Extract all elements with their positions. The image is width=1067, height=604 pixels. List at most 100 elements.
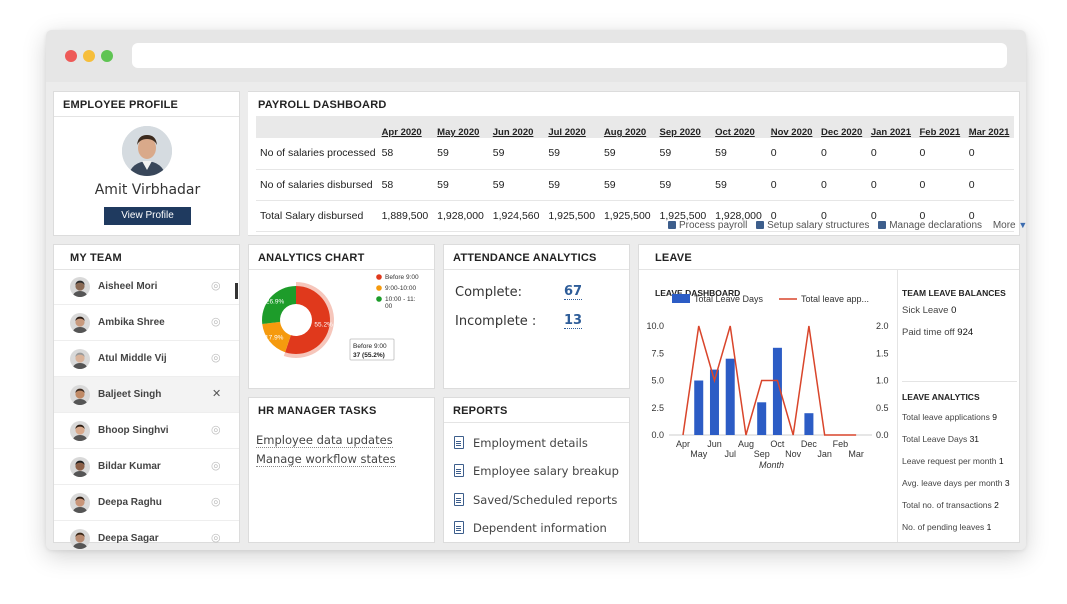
payroll-header-row: Apr 2020 May 2020 Jun 2020 Jul 2020 Aug 2020… xyxy=(256,116,1014,138)
legend-marker xyxy=(376,285,382,291)
team-member-row[interactable]: Deepa Raghu ◎ xyxy=(54,485,239,521)
payroll-month-header[interactable]: Nov 2020 xyxy=(766,116,818,138)
scrollbar-thumb[interactable] xyxy=(235,283,238,299)
x-tick-label: Oct xyxy=(770,439,785,449)
leave-analytics-title: LEAVE ANALYTICS xyxy=(902,392,980,402)
report-employment-details[interactable]: Employment details xyxy=(454,436,588,450)
team-member-name: Ambika Shree xyxy=(98,317,165,328)
team-member-row[interactable]: Atul Middle Vij ◎ xyxy=(54,341,239,377)
report-label: Employment details xyxy=(473,436,588,450)
payroll-month-header[interactable]: Feb 2021 xyxy=(915,116,965,138)
payroll-month-header[interactable]: Jan 2021 xyxy=(866,116,916,138)
series-line[interactable] xyxy=(682,325,857,436)
manage-declarations-label: Manage declarations xyxy=(889,220,983,231)
close-window-icon[interactable] xyxy=(65,50,77,62)
bar[interactable] xyxy=(725,358,735,435)
manage-declarations-link[interactable]: Manage declarations xyxy=(878,220,982,231)
calendar-icon xyxy=(878,221,887,229)
payroll-row-label: No of salaries disbursed xyxy=(256,169,378,201)
avatar xyxy=(70,529,90,549)
eye-icon[interactable]: ◎ xyxy=(211,495,221,508)
analytics-label: Leave request per month xyxy=(902,456,997,466)
calendar-icon xyxy=(668,221,676,229)
avatar xyxy=(70,493,90,513)
legend-label: 00 xyxy=(385,303,393,310)
report-saved-scheduled[interactable]: Saved/Scheduled reports xyxy=(454,493,617,507)
payroll-month-header[interactable]: Jul 2020 xyxy=(544,116,600,138)
manage-workflow-states-link[interactable]: Manage workflow states xyxy=(256,452,396,467)
report-employee-salary-breakup[interactable]: Employee salary breakup xyxy=(454,464,619,478)
team-member-row[interactable]: Bhoop Singhvi ◎ xyxy=(54,413,239,449)
legend-label: 9:00-10:00 xyxy=(385,285,416,292)
eye-icon[interactable]: ◎ xyxy=(211,351,221,364)
eye-icon[interactable]: ◎ xyxy=(211,279,221,292)
payroll-cell: 59 xyxy=(433,138,489,170)
team-member-row[interactable]: Bildar Kumar ◎ xyxy=(54,449,239,485)
payroll-month-header[interactable]: Mar 2021 xyxy=(964,116,1014,138)
payroll-month-label: Nov 2020 xyxy=(770,127,813,138)
payroll-cell: 58 xyxy=(377,138,434,170)
hr-manager-tasks-panel: HR MANAGER TASKS Employee data updates M… xyxy=(248,397,435,543)
bar[interactable] xyxy=(757,402,767,435)
payroll-cell: 0 xyxy=(915,169,965,201)
browser-titlebar xyxy=(46,30,1026,82)
team-member-row[interactable]: Deepa Sagar ◎ xyxy=(54,521,239,550)
x-tick-label: Nov xyxy=(785,449,802,459)
panel-title: HR MANAGER TASKS xyxy=(258,405,377,417)
payroll-cell: 59 xyxy=(711,169,767,201)
payroll-cell: 59 xyxy=(488,169,545,201)
team-member-row[interactable]: Baljeet Singh ✕ xyxy=(54,377,239,413)
y-tick-label: 0.0 xyxy=(651,430,664,440)
attendance-analytics-panel: ATTENDANCE ANALYTICS Complete: 67 Incomp… xyxy=(443,244,630,389)
y2-tick-label: 0.5 xyxy=(876,403,889,413)
leave-analytics-item: No. of pending leaves 1 xyxy=(902,522,991,532)
payroll-month-header[interactable]: Sep 2020 xyxy=(655,116,712,138)
bar[interactable] xyxy=(804,413,814,435)
x-tick-label: Apr xyxy=(676,439,690,449)
complete-count-link[interactable]: 67 xyxy=(564,285,583,300)
eye-icon[interactable]: ◎ xyxy=(211,423,221,436)
avatar xyxy=(70,457,90,477)
report-dependent-information[interactable]: Dependent information xyxy=(454,521,607,535)
payroll-month-header[interactable]: May 2020 xyxy=(433,116,489,138)
employee-data-updates-link[interactable]: Employee data updates xyxy=(256,433,393,448)
reports-panel: REPORTS Employment details Employee sala… xyxy=(443,397,630,543)
avatar xyxy=(70,313,90,333)
payroll-cell: 59 xyxy=(599,169,656,201)
payroll-cell: 59 xyxy=(544,169,600,201)
payroll-month-header[interactable]: Oct 2020 xyxy=(711,116,767,138)
eye-icon[interactable]: ◎ xyxy=(211,315,221,328)
eye-icon[interactable]: ◎ xyxy=(211,459,221,472)
bar[interactable] xyxy=(694,380,704,436)
analytics-label: Avg. leave days per month xyxy=(902,478,1003,488)
payroll-month-header[interactable]: Dec 2020 xyxy=(817,116,867,138)
maximize-window-icon[interactable] xyxy=(101,50,113,62)
incomplete-count-link[interactable]: 13 xyxy=(564,314,583,329)
balance-value: 0 xyxy=(951,305,957,316)
view-profile-button[interactable]: View Profile xyxy=(104,207,191,225)
payroll-month-header[interactable]: Aug 2020 xyxy=(599,116,656,138)
y-tick-label: 7.5 xyxy=(651,348,664,358)
team-member-name: Deepa Sagar xyxy=(98,533,159,544)
team-member-name: Baljeet Singh xyxy=(98,389,162,400)
process-payroll-link[interactable]: Process payroll xyxy=(668,220,747,231)
incomplete-label: Incomplete : xyxy=(455,314,537,329)
payroll-actions: Process payroll Setup salary structures … xyxy=(668,220,1026,231)
payroll-row-label: No of salaries processed xyxy=(256,138,378,170)
payroll-cell: 1,924,560 xyxy=(488,200,545,232)
team-member-row[interactable]: Aisheel Mori ◎ xyxy=(54,269,239,305)
close-icon[interactable]: ✕ xyxy=(212,387,221,400)
eye-icon[interactable]: ◎ xyxy=(211,531,221,544)
payroll-month-header[interactable]: Jun 2020 xyxy=(488,116,545,138)
payroll-month-header[interactable]: Apr 2020 xyxy=(377,116,434,138)
more-dropdown[interactable]: More ▼ xyxy=(993,220,1026,231)
minimize-window-icon[interactable] xyxy=(83,50,95,62)
panel-title: ATTENDANCE ANALYTICS xyxy=(444,245,629,270)
team-member-row[interactable]: Ambika Shree ◎ xyxy=(54,305,239,341)
setup-salary-structures-link[interactable]: Setup salary structures xyxy=(756,220,869,231)
payroll-cell: 0 xyxy=(817,138,867,170)
analytics-value: 1 xyxy=(998,456,1004,466)
address-bar[interactable] xyxy=(132,43,1007,68)
balance-label: Paid time off xyxy=(902,327,955,338)
y-tick-label: 10.0 xyxy=(646,321,664,331)
